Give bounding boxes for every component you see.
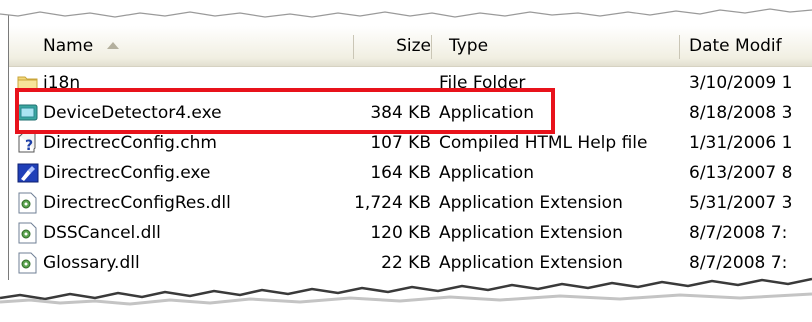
file-date-modified: 3/10/2009 1 (689, 73, 793, 93)
help-file-icon: ? (18, 132, 36, 154)
file-date-modified: 1/31/2006 1 (689, 133, 793, 153)
file-size: 164 KB (370, 163, 431, 183)
file-type: Application (439, 163, 534, 183)
sort-ascending-icon (107, 42, 120, 49)
file-size: 120 KB (370, 223, 431, 243)
highlight-box (15, 88, 555, 134)
dll-icon (18, 222, 37, 244)
column-header-name-label: Name (43, 36, 94, 56)
column-header-size-label: Size (396, 36, 431, 56)
column-header-date-modified[interactable]: Date Modif (689, 26, 782, 66)
file-row-directrecconfigres-dll[interactable]: DirectrecConfigRes.dll 1,724 KB Applicat… (9, 188, 812, 218)
file-type: Application Extension (439, 193, 623, 213)
config-app-icon (17, 163, 39, 183)
file-row-directrecconfig-exe[interactable]: DirectrecConfig.exe 164 KB Application 6… (9, 158, 812, 188)
column-divider[interactable] (353, 35, 354, 59)
file-date-modified: 6/13/2007 8 (689, 163, 793, 183)
file-list-view: Name Size Type Date Modif i18n File Fold… (8, 14, 812, 280)
file-name: DirectrecConfigRes.dll (43, 193, 231, 213)
column-header-date-label: Date Modif (689, 36, 782, 56)
file-date-modified: 5/31/2007 3 (689, 193, 793, 213)
file-name: DirectrecConfig.exe (43, 163, 211, 183)
column-header-bar: Name Size Type Date Modif (9, 26, 812, 67)
column-header-name[interactable]: Name (43, 26, 120, 66)
column-header-type[interactable]: Type (449, 26, 488, 66)
dll-icon (18, 192, 37, 214)
column-divider[interactable] (431, 35, 432, 59)
torn-edge-bottom (0, 277, 812, 322)
file-date-modified: 8/18/2008 3 (689, 103, 793, 123)
explorer-screenshot: Name Size Type Date Modif i18n File Fold… (0, 0, 812, 322)
column-header-type-label: Type (449, 36, 489, 56)
torn-edge-top (0, 0, 812, 18)
column-header-size[interactable]: Size (396, 26, 431, 66)
file-row-dsscancel-dll[interactable]: DSSCancel.dll 120 KB Application Extensi… (9, 218, 812, 248)
file-type: Application Extension (439, 223, 623, 243)
svg-text:?: ? (25, 138, 33, 154)
column-divider[interactable] (679, 35, 680, 59)
file-date-modified: 8/7/2008 7: (689, 223, 788, 243)
file-size: 1,724 KB (354, 193, 431, 213)
file-name: DSSCancel.dll (43, 223, 161, 243)
